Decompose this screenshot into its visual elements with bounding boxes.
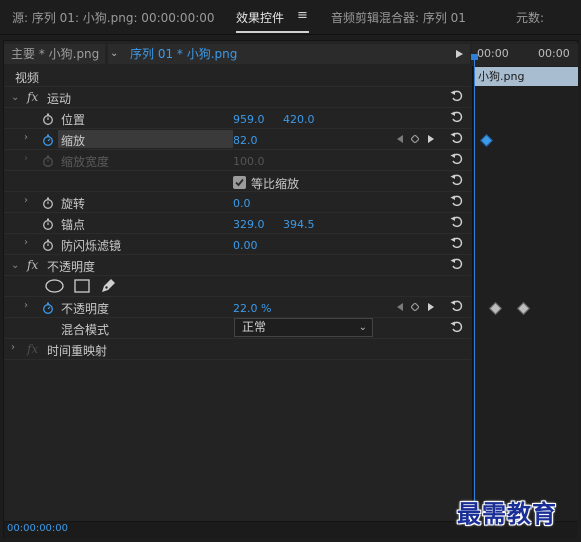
keyframe-next-icon[interactable] xyxy=(428,303,434,311)
position-x-value[interactable]: 959.0 xyxy=(233,113,265,126)
tab-source[interactable]: 源: 序列 01: 小狗.png: 00:00:00:00 xyxy=(12,9,215,26)
checkmark-icon xyxy=(235,178,244,187)
reset-icon[interactable] xyxy=(450,257,463,270)
sequence-clip-header[interactable]: ⌄ 序列 01 * 小狗.png xyxy=(108,44,470,64)
timeline-clip-name: 小狗.png xyxy=(478,70,525,83)
row-divider xyxy=(4,107,471,108)
ruler-end-timecode: 00:00 xyxy=(538,47,570,60)
stopwatch-icon[interactable] xyxy=(42,218,54,230)
pen-mask-icon[interactable] xyxy=(100,277,117,294)
reset-icon[interactable] xyxy=(450,299,463,312)
row-divider xyxy=(4,233,471,234)
stopwatch-disabled-icon xyxy=(43,155,53,167)
row-divider xyxy=(4,359,471,360)
watermark-logo: 最需教育 xyxy=(457,499,557,528)
sequence-clip-label: 序列 01 * 小狗.png xyxy=(130,47,238,61)
tab-effect-controls[interactable]: 效果控件 xyxy=(236,9,284,26)
scale-label: 缩放 xyxy=(61,134,86,148)
rectangle-mask-icon[interactable] xyxy=(74,279,90,293)
blend-mode-dropdown[interactable]: 正常 ⌄ xyxy=(234,318,373,337)
anchor-point-label: 锚点 xyxy=(61,218,86,232)
reset-icon[interactable] xyxy=(450,110,463,123)
active-tab-indicator xyxy=(236,31,309,33)
row-divider xyxy=(4,191,471,192)
keyframe-add-icon[interactable] xyxy=(411,303,419,311)
current-timecode[interactable]: 00:00:00:00 xyxy=(7,523,68,534)
row-divider xyxy=(4,86,471,87)
row-divider xyxy=(4,296,471,297)
stopwatch-active-icon[interactable] xyxy=(42,134,54,146)
master-clip-label: 主要 * 小狗.png xyxy=(11,47,100,61)
ruler-start-timecode: 00:00 xyxy=(477,47,509,60)
reset-icon[interactable] xyxy=(450,131,463,144)
time-remap-expand-chevron-icon[interactable]: › xyxy=(11,342,15,353)
anchor-y-value[interactable]: 394.5 xyxy=(283,218,315,231)
scale-width-expand-chevron-icon: › xyxy=(24,153,28,164)
video-section-label: 视频 xyxy=(15,71,40,85)
reset-icon[interactable] xyxy=(450,152,463,165)
keyframe-add-icon[interactable] xyxy=(411,135,419,143)
row-divider xyxy=(4,128,471,129)
anti-flicker-expand-chevron-icon[interactable]: › xyxy=(24,237,28,248)
hamburger-menu-icon[interactable]: ≡ xyxy=(297,8,308,23)
master-clip-header[interactable]: 主要 * 小狗.png xyxy=(4,44,105,64)
timeline-clip[interactable]: 小狗.png xyxy=(474,67,578,86)
keyframe-next-icon[interactable] xyxy=(428,135,434,143)
stopwatch-icon[interactable] xyxy=(42,113,54,125)
anti-flicker-value[interactable]: 0.00 xyxy=(233,239,258,252)
rotation-label: 旋转 xyxy=(61,197,86,211)
fx-icon: fx xyxy=(27,342,39,356)
anchor-x-value[interactable]: 329.0 xyxy=(233,218,265,231)
tab-audio-mixer[interactable]: 音频剪辑混合器: 序列 01 xyxy=(331,9,466,26)
row-divider xyxy=(4,212,471,213)
opacity-expand-chevron-icon[interactable]: ⌄ xyxy=(11,260,19,271)
chevron-down-icon: ⌄ xyxy=(358,322,367,333)
ellipse-mask-icon[interactable] xyxy=(45,279,64,293)
keyframe-prev-icon[interactable] xyxy=(397,303,403,311)
anti-flicker-label: 防闪烁滤镜 xyxy=(61,239,122,253)
reset-icon[interactable] xyxy=(450,194,463,207)
rotation-value[interactable]: 0.0 xyxy=(233,197,251,210)
position-y-value[interactable]: 420.0 xyxy=(283,113,315,126)
playhead-line[interactable] xyxy=(474,56,475,523)
motion-expand-chevron-icon[interactable]: ⌄ xyxy=(11,92,19,103)
scale-value[interactable]: 82.0 xyxy=(233,134,258,147)
keyframe-prev-icon[interactable] xyxy=(397,135,403,143)
mini-timeline[interactable] xyxy=(472,44,579,538)
motion-effect-label: 运动 xyxy=(47,92,72,106)
opacity-effect-label: 不透明度 xyxy=(47,260,96,274)
reset-icon[interactable] xyxy=(450,89,463,102)
tab-metadata[interactable]: 元数: xyxy=(516,9,544,26)
opacity-property-expand-chevron-icon[interactable]: › xyxy=(24,300,28,311)
position-label: 位置 xyxy=(61,113,86,127)
opacity-property-label: 不透明度 xyxy=(61,302,110,316)
stopwatch-icon[interactable] xyxy=(42,239,54,251)
reset-icon[interactable] xyxy=(450,320,463,333)
reset-icon[interactable] xyxy=(450,215,463,228)
fx-icon[interactable]: fx xyxy=(27,90,38,104)
play-arrow-icon[interactable] xyxy=(456,50,463,58)
time-remap-label: 时间重映射 xyxy=(47,344,108,358)
blend-mode-value: 正常 xyxy=(242,320,267,334)
scale-width-label: 缩放宽度 xyxy=(61,155,110,169)
reset-icon[interactable] xyxy=(450,236,463,249)
row-divider xyxy=(4,338,471,339)
rotation-expand-chevron-icon[interactable]: › xyxy=(24,195,28,206)
scale-width-value: 100.0 xyxy=(233,155,265,168)
fx-icon[interactable]: fx xyxy=(27,258,38,272)
row-divider xyxy=(4,275,471,276)
blend-mode-label: 混合模式 xyxy=(61,323,110,337)
reset-icon[interactable] xyxy=(450,173,463,186)
row-divider xyxy=(4,170,471,171)
uniform-scale-label: 等比缩放 xyxy=(251,177,300,191)
uniform-scale-checkbox[interactable] xyxy=(233,176,246,189)
stopwatch-active-icon[interactable] xyxy=(42,302,54,314)
row-divider xyxy=(4,149,471,150)
scale-expand-chevron-icon[interactable]: › xyxy=(24,132,28,143)
opacity-value[interactable]: 22.0 % xyxy=(233,302,271,315)
chevron-down-icon[interactable]: ⌄ xyxy=(110,44,118,64)
row-divider xyxy=(4,254,471,255)
stopwatch-icon[interactable] xyxy=(42,197,54,209)
